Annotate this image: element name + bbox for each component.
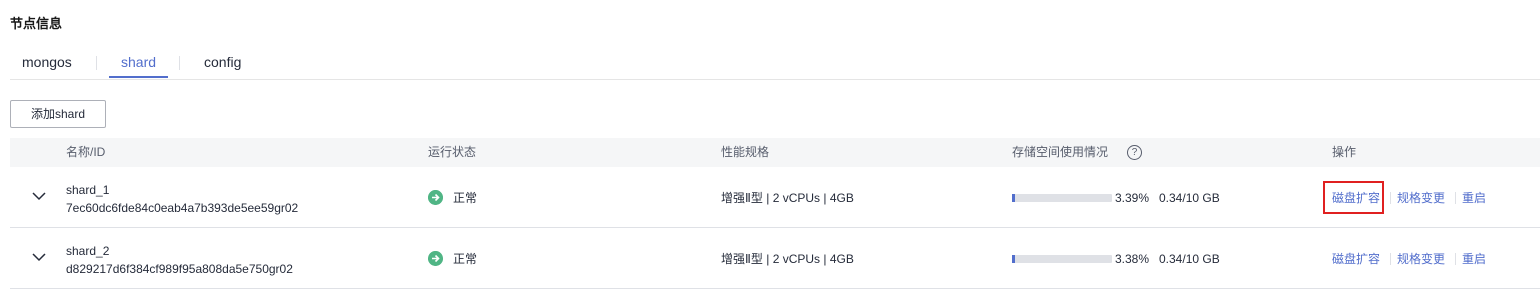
disk-expand-link[interactable]: 磁盘扩容	[1332, 251, 1380, 267]
column-header-status: 运行状态	[428, 145, 477, 159]
status-text: 正常	[453, 191, 478, 205]
arrow-right-circle-icon	[428, 251, 443, 266]
section-title: 节点信息	[10, 16, 63, 31]
spec-change-link[interactable]: 规格变更	[1397, 190, 1445, 206]
shard-id: d829217d6f384cf989f95a808da5e750gr02	[66, 262, 293, 276]
chevron-down-icon[interactable]	[32, 191, 46, 201]
node-type-tabs: mongos shard config	[10, 44, 1540, 80]
table-row: shard_2 d829217d6f384cf989f95a808da5e750…	[10, 228, 1540, 289]
arrow-right-circle-icon	[428, 190, 443, 205]
shard-id: 7ec60dc6fde84c0eab4a7b393de5ee59gr02	[66, 201, 299, 215]
column-header-spec: 性能规格	[721, 145, 770, 159]
action-divider	[1390, 192, 1391, 204]
highlight-box	[1323, 181, 1384, 214]
name-cell: shard_2 d829217d6f384cf989f95a808da5e750…	[66, 242, 293, 278]
storage-percent: 3.38%	[1115, 252, 1150, 266]
storage-progress-bar	[1012, 194, 1112, 202]
storage-progress-bar	[1012, 255, 1112, 263]
status-text: 正常	[453, 252, 478, 266]
restart-link[interactable]: 重启	[1462, 190, 1486, 206]
column-header-name: 名称/ID	[66, 145, 106, 159]
storage-amount: 0.34/10 GB	[1159, 191, 1220, 205]
tab-mongos[interactable]: mongos	[22, 44, 72, 80]
shard-name: shard_1	[66, 183, 110, 197]
action-divider	[1390, 253, 1391, 265]
tab-config[interactable]: config	[204, 44, 241, 80]
spec-cell: 增强Ⅱ型 | 2 vCPUs | 4GB	[721, 191, 854, 205]
column-header-actions: 操作	[1332, 145, 1357, 159]
storage-progress-fill	[1012, 194, 1016, 202]
table-header: 名称/ID 运行状态 性能规格 存储空间使用情况 ? 操作	[10, 138, 1540, 167]
tab-shard[interactable]: shard	[108, 44, 169, 80]
tab-divider	[179, 56, 180, 70]
spec-cell: 增强Ⅱ型 | 2 vCPUs | 4GB	[721, 252, 854, 266]
storage-percent: 3.39%	[1115, 191, 1150, 205]
table-row: shard_1 7ec60dc6fde84c0eab4a7b393de5ee59…	[10, 167, 1540, 228]
restart-link[interactable]: 重启	[1462, 251, 1486, 267]
storage-progress-fill	[1012, 255, 1016, 263]
shard-table: 名称/ID 运行状态 性能规格 存储空间使用情况 ? 操作 shard_1 7e…	[10, 138, 1540, 289]
add-shard-button[interactable]: 添加shard	[10, 100, 106, 128]
chevron-down-icon[interactable]	[32, 252, 46, 262]
action-divider	[1455, 253, 1456, 265]
spec-change-link[interactable]: 规格变更	[1397, 251, 1445, 267]
tab-divider	[96, 56, 97, 70]
shard-name: shard_2	[66, 244, 110, 258]
storage-amount: 0.34/10 GB	[1159, 252, 1220, 266]
question-circle-icon[interactable]: ?	[1127, 145, 1142, 160]
action-divider	[1455, 192, 1456, 204]
name-cell: shard_1 7ec60dc6fde84c0eab4a7b393de5ee59…	[66, 181, 298, 217]
node-info-panel: 节点信息 mongos shard config 添加shard 名称/ID 运…	[0, 0, 1540, 289]
column-header-storage: 存储空间使用情况	[1012, 145, 1109, 159]
